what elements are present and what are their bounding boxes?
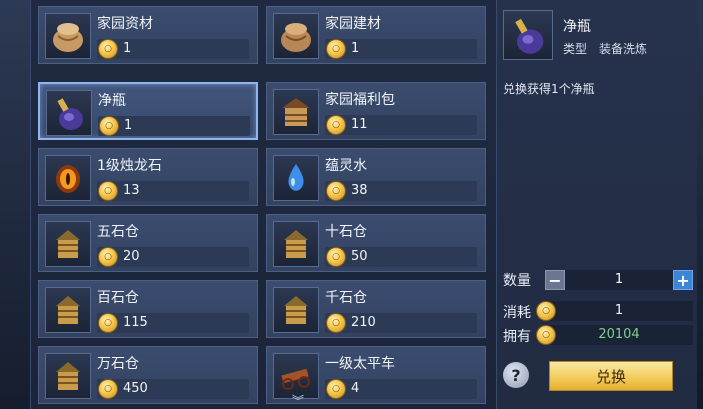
coin-icon: ○ (99, 380, 117, 398)
item-name: 五石仓 (97, 224, 139, 240)
detail-description: 兑换获得1个净瓶 (503, 82, 595, 96)
coin-icon: ○ (99, 40, 117, 58)
item-card[interactable]: 万石仓 ○ 450 (38, 346, 258, 404)
coin-icon: ○ (327, 314, 345, 332)
sack-icon (273, 13, 319, 59)
owned-label: 拥有 (503, 329, 531, 345)
coin-icon: ○ (327, 40, 345, 58)
price-bar: ○ 115 (97, 313, 249, 333)
granary-icon (45, 287, 91, 333)
item-card[interactable]: 家园资材 ○ 1 (38, 6, 258, 64)
item-name: 百石仓 (97, 290, 139, 306)
item-name: 万石仓 (97, 356, 139, 372)
owned-value: 20104 (598, 327, 640, 342)
coin-icon: ○ (99, 314, 117, 332)
item-price: 1 (351, 41, 360, 56)
item-name: 千石仓 (325, 290, 367, 306)
plus-button[interactable]: + (673, 270, 693, 290)
item-name: 一级太平车 (325, 356, 395, 372)
item-card-selected[interactable]: 净瓶 ○ 1 (38, 82, 258, 140)
item-name: 家园建材 (325, 16, 381, 32)
quantity-stepper[interactable]: − 1 + (545, 270, 693, 290)
purple-vase-icon (46, 90, 92, 136)
chevron-down-icon[interactable]: ︾ (292, 392, 304, 409)
item-price: 11 (351, 117, 368, 132)
item-price: 50 (351, 249, 368, 264)
coin-icon: ○ (100, 117, 118, 135)
sack-icon (45, 13, 91, 59)
purple-vase-icon (503, 10, 553, 60)
price-bar: ○ 1 (97, 39, 249, 59)
detail-type-value: 装备洗炼 (599, 42, 648, 56)
price-bar: ○ 1 (325, 39, 477, 59)
cost-value: 1 (614, 303, 624, 318)
coin-icon: ○ (99, 182, 117, 200)
item-name: 家园福利包 (325, 92, 395, 108)
price-bar: ○ 1 (98, 116, 250, 136)
fire-stone-icon (45, 155, 91, 201)
item-price: 210 (351, 315, 376, 330)
detail-item-name: 净瓶 (563, 19, 591, 35)
item-card[interactable]: 蕴灵水 ○ 38 (266, 148, 486, 206)
detail-type-label: 类型 (563, 42, 588, 56)
item-price: 450 (123, 381, 148, 396)
item-name: 家园资材 (97, 16, 153, 32)
granary-icon (273, 287, 319, 333)
gift-pavilion-icon (273, 89, 319, 135)
coin-icon: ○ (327, 380, 345, 398)
item-card[interactable]: 千石仓 ○ 210 (266, 280, 486, 338)
price-bar: ○ 13 (97, 181, 249, 201)
item-price: 115 (123, 315, 148, 330)
coin-icon: ○ (327, 116, 345, 134)
item-price: 20 (123, 249, 140, 264)
quantity-value[interactable]: 1 (545, 272, 693, 287)
owned-bar: ○ 20104 (537, 325, 693, 345)
item-card[interactable]: 十石仓 ○ 50 (266, 214, 486, 272)
item-card[interactable]: 百石仓 ○ 115 (38, 280, 258, 338)
item-card[interactable]: 家园建材 ○ 1 (266, 6, 486, 64)
cost-bar: ○ 1 (537, 301, 693, 321)
water-drop-icon (273, 155, 319, 201)
granary-icon (273, 221, 319, 267)
quantity-label: 数量 (503, 273, 531, 289)
coin-icon: ○ (99, 248, 117, 266)
help-icon[interactable]: ? (503, 362, 529, 388)
item-price: 38 (351, 183, 368, 198)
item-name: 蕴灵水 (325, 158, 367, 174)
price-bar: ○ 450 (97, 379, 249, 399)
price-bar: ○ 210 (325, 313, 477, 333)
item-card[interactable]: 1级烛龙石 ○ 13 (38, 148, 258, 206)
item-card[interactable]: 五石仓 ○ 20 (38, 214, 258, 272)
item-detail-panel: 净瓶 类型 装备洗炼 兑换获得1个净瓶 数量 − 1 + 消耗 ○ 1 拥有 ○… (496, 0, 697, 409)
price-bar: ○ 4 (325, 379, 477, 399)
price-bar: ○ 20 (97, 247, 249, 267)
price-bar: ○ 11 (325, 115, 477, 135)
item-price: 1 (123, 41, 132, 56)
granary-icon (45, 221, 91, 267)
coin-icon: ○ (327, 182, 345, 200)
item-price: 4 (351, 381, 360, 396)
cost-label: 消耗 (503, 305, 531, 321)
item-card[interactable]: 家园福利包 ○ 11 (266, 82, 486, 140)
item-price: 1 (124, 118, 133, 133)
granary-icon (45, 353, 91, 399)
item-grid[interactable]: 家园资材 ○ 1 家园建材 ○ 1 净瓶 ○ 1 家园福利包 ○ 11 1级烛龙… (38, 6, 488, 409)
item-name: 净瓶 (98, 93, 126, 109)
coin-icon: ○ (327, 248, 345, 266)
price-bar: ○ 50 (325, 247, 477, 267)
item-name: 十石仓 (325, 224, 367, 240)
price-bar: ○ 38 (325, 181, 477, 201)
exchange-button[interactable]: 兑换 (549, 361, 673, 391)
item-name: 1级烛龙石 (97, 158, 162, 174)
item-price: 13 (123, 183, 140, 198)
